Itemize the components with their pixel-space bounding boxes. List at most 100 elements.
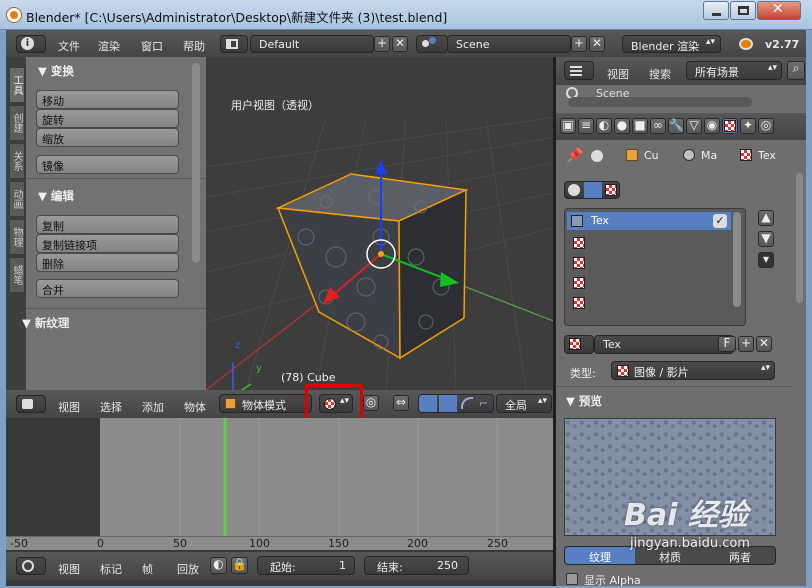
tab-tools[interactable]: 工具 bbox=[9, 67, 25, 103]
preview-panel-title[interactable]: ▼ 预览 bbox=[566, 393, 602, 409]
texture-slot-empty[interactable] bbox=[573, 237, 585, 249]
transform-manipulators[interactable]: ⌐ bbox=[418, 394, 494, 413]
modifiers-tab-icon[interactable]: 🔧 bbox=[668, 118, 684, 134]
close-button[interactable]: ✕ bbox=[757, 1, 801, 20]
menu-render[interactable]: 渲染 bbox=[98, 38, 120, 54]
texture-tab-icon[interactable] bbox=[722, 118, 738, 134]
slot-list-scrollbar[interactable] bbox=[733, 212, 741, 307]
add-layout-icon[interactable]: + bbox=[374, 36, 390, 52]
menu-window[interactable]: 窗口 bbox=[141, 38, 163, 54]
screen-layout-field[interactable]: Default bbox=[250, 35, 374, 53]
remove-layout-icon[interactable]: ✕ bbox=[392, 36, 408, 52]
other-texture-icon[interactable] bbox=[605, 184, 617, 196]
outliner-scrollbar[interactable] bbox=[568, 97, 752, 107]
search-icon[interactable]: ⌕ bbox=[787, 61, 805, 80]
tab-grease-pencil[interactable]: 蜡笔 bbox=[9, 257, 25, 293]
join-button[interactable]: 合并 bbox=[36, 279, 179, 298]
render-engine-dropdown[interactable]: Blender 渲染 ▴▾ bbox=[622, 35, 721, 53]
texture-type-dropdown[interactable]: 图像 / 影片 ▴▾ bbox=[611, 361, 775, 380]
rotate-button[interactable]: 旋转 bbox=[36, 109, 179, 128]
delete-button[interactable]: 删除 bbox=[36, 253, 179, 272]
transform-orientation-dropdown[interactable]: 全局 ▴▾ bbox=[496, 394, 552, 413]
start-frame-field[interactable]: 起始: 1 bbox=[257, 556, 355, 575]
texture-slot-empty[interactable] bbox=[573, 297, 585, 309]
menu-select[interactable]: 选择 bbox=[100, 399, 122, 415]
scene-field[interactable]: Scene bbox=[447, 35, 571, 53]
rotate-icon[interactable] bbox=[461, 397, 473, 409]
menu-search[interactable]: 搜索 bbox=[649, 66, 671, 82]
scene-icon[interactable] bbox=[416, 35, 448, 53]
manipulator-toggle-icon[interactable]: ⇔ bbox=[393, 395, 409, 411]
scale-button[interactable]: 缩放 bbox=[36, 128, 179, 147]
particles-tab-icon[interactable]: ✦ bbox=[740, 118, 756, 134]
show-alpha-checkbox[interactable] bbox=[566, 573, 578, 585]
transform-panel-title[interactable]: ▼ 变换 bbox=[38, 63, 74, 79]
lock-icon[interactable]: 🔒 bbox=[231, 557, 248, 574]
duplicate-button[interactable]: 复制 bbox=[36, 215, 179, 234]
minimize-button[interactable] bbox=[703, 1, 729, 20]
tab-physics[interactable]: 物理 bbox=[9, 219, 25, 255]
3d-viewport[interactable]: 用户视图（透视） z y (78) Cube bbox=[206, 57, 556, 390]
data-tab-icon[interactable]: ▽ bbox=[686, 118, 702, 134]
texture-slot-empty[interactable] bbox=[573, 277, 585, 289]
editor-type-timeline-icon[interactable] bbox=[16, 557, 46, 575]
manipulator-axis-icon[interactable] bbox=[419, 395, 437, 412]
tab-relations[interactable]: 关系 bbox=[9, 143, 25, 179]
menu-help[interactable]: 帮助 bbox=[183, 38, 205, 54]
render-tab-icon[interactable]: ▣ bbox=[560, 118, 576, 134]
translate-icon[interactable] bbox=[439, 395, 457, 412]
constraints-tab-icon[interactable]: ∞ bbox=[650, 118, 666, 134]
texture-name-field[interactable]: Tex bbox=[594, 335, 734, 354]
timeline-area[interactable]: -50 0 50 100 150 200 250 bbox=[6, 418, 556, 550]
material-texture-icon[interactable] bbox=[584, 182, 602, 198]
maximize-button[interactable] bbox=[730, 1, 756, 20]
move-slot-up-icon[interactable]: ▲ bbox=[758, 210, 774, 226]
pin-icon[interactable]: 📌 bbox=[566, 148, 583, 164]
toolshelf-scrollbar[interactable] bbox=[192, 63, 200, 263]
preview-range-icon[interactable]: ◐ bbox=[210, 557, 227, 574]
scene-tab-icon[interactable]: ◐ bbox=[596, 118, 612, 134]
add-scene-icon[interactable]: + bbox=[571, 36, 587, 52]
menu-marker[interactable]: 标记 bbox=[100, 561, 122, 577]
properties-scrollbar[interactable] bbox=[796, 173, 803, 303]
end-frame-field[interactable]: 结束: 250 bbox=[364, 556, 469, 575]
editor-type-3dview-icon[interactable] bbox=[16, 395, 46, 413]
add-texture-icon[interactable]: + bbox=[738, 336, 754, 352]
scale-icon[interactable]: ⌐ bbox=[479, 397, 488, 410]
new-texture-panel-title[interactable]: ▼ 新纹理 bbox=[22, 315, 69, 331]
fake-user-button[interactable]: F bbox=[718, 336, 736, 352]
remove-scene-icon[interactable]: ✕ bbox=[589, 36, 605, 52]
move-button[interactable]: 移动 bbox=[36, 90, 179, 109]
texture-slot-empty[interactable] bbox=[573, 257, 585, 269]
edit-panel-title[interactable]: ▼ 编辑 bbox=[38, 188, 74, 204]
duplicate-linked-button[interactable]: 复制链接项 bbox=[36, 234, 179, 253]
tab-create[interactable]: 创建 bbox=[9, 105, 25, 141]
outliner-filter-dropdown[interactable]: 所有场景 ▴▾ bbox=[686, 61, 782, 80]
world-tab-icon[interactable]: ● bbox=[614, 118, 630, 134]
editor-type-outliner-icon[interactable] bbox=[564, 61, 594, 80]
world-texture-icon[interactable] bbox=[568, 184, 580, 196]
slot-enabled-checkbox[interactable]: ✓ bbox=[713, 214, 727, 228]
texture-context-tabs[interactable] bbox=[564, 181, 620, 199]
slot-menu-icon[interactable]: ▾ bbox=[758, 252, 774, 268]
move-slot-down-icon[interactable]: ▼ bbox=[758, 231, 774, 247]
remove-texture-icon[interactable]: ✕ bbox=[756, 336, 772, 352]
menu-playback[interactable]: 回放 bbox=[177, 561, 199, 577]
menu-view[interactable]: 视图 bbox=[58, 399, 80, 415]
texture-slot-list[interactable]: Tex ✓ bbox=[564, 208, 746, 326]
menu-frame[interactable]: 帧 bbox=[142, 561, 153, 577]
physics-tab-icon[interactable]: ◎ bbox=[758, 118, 774, 134]
editor-type-info-icon[interactable]: i bbox=[16, 35, 46, 53]
texture-browse-icon[interactable] bbox=[564, 335, 594, 354]
menu-file[interactable]: 文件 bbox=[58, 38, 80, 54]
mirror-button[interactable]: 镜像 bbox=[36, 155, 179, 174]
screen-layout-icon[interactable] bbox=[220, 35, 248, 53]
menu-object[interactable]: 物体 bbox=[184, 399, 206, 415]
pivot-point-icon[interactable]: ◎ bbox=[363, 395, 379, 411]
material-tab-icon[interactable]: ◉ bbox=[704, 118, 720, 134]
texture-slot-selected[interactable]: Tex ✓ bbox=[567, 212, 731, 230]
render-layers-tab-icon[interactable]: ≡ bbox=[578, 118, 594, 134]
menu-view[interactable]: 视图 bbox=[58, 561, 80, 577]
mode-dropdown[interactable]: 物体模式 bbox=[219, 394, 312, 413]
tab-animation[interactable]: 动画 bbox=[9, 181, 25, 217]
